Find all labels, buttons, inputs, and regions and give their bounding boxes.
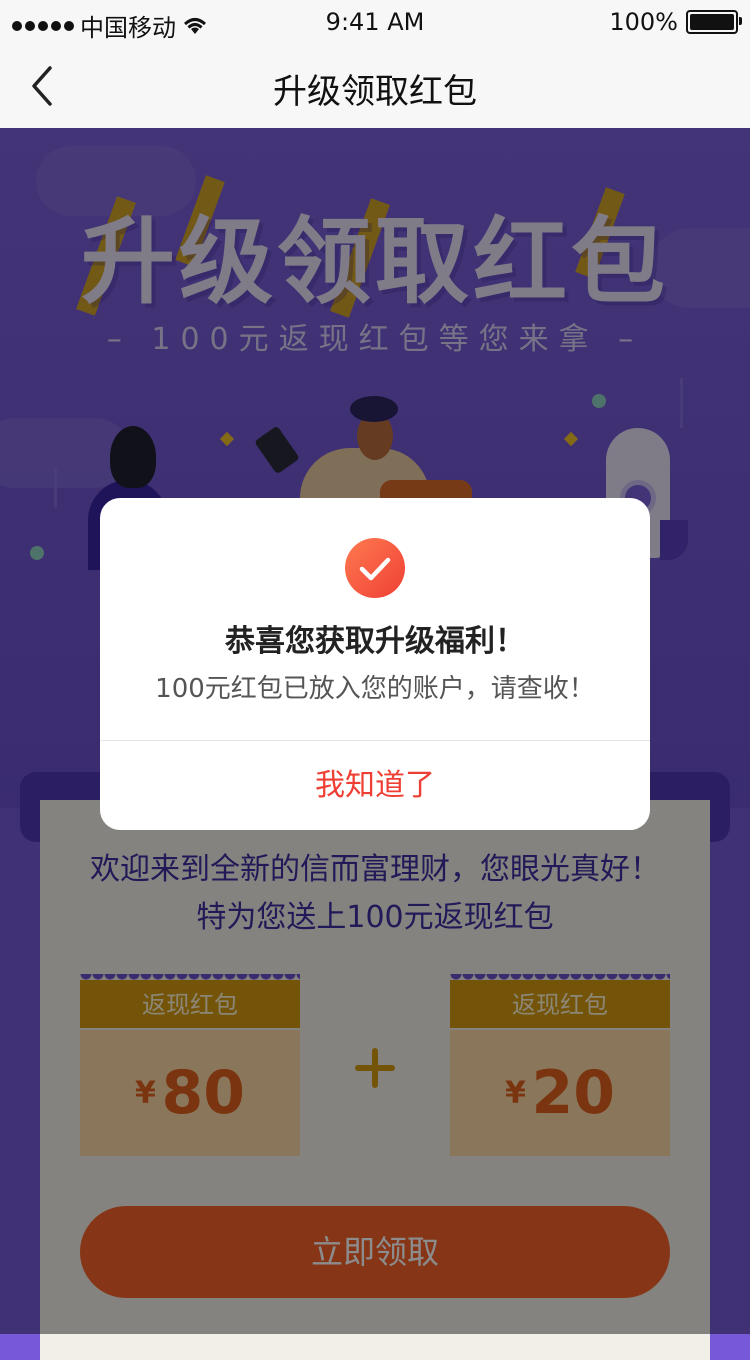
status-bar: 中国移动 9:41 AM 100% <box>0 0 750 44</box>
nav-bar: 升级领取红包 <box>0 44 750 129</box>
check-circle-icon <box>345 538 405 598</box>
page-title: 升级领取红包 <box>273 72 477 112</box>
success-dialog: 恭喜您获取升级福利！ 100元红包已放入您的账户，请查收！ 我知道了 <box>100 498 650 830</box>
dialog-title: 恭喜您获取升级福利！ <box>225 624 525 659</box>
dialog-message: 100元红包已放入您的账户，请查收！ <box>155 674 595 704</box>
battery-icon <box>686 10 742 34</box>
battery-percent: 100% <box>609 8 678 36</box>
status-right: 100% <box>609 8 742 36</box>
got-it-button[interactable]: 我知道了 <box>100 741 650 830</box>
